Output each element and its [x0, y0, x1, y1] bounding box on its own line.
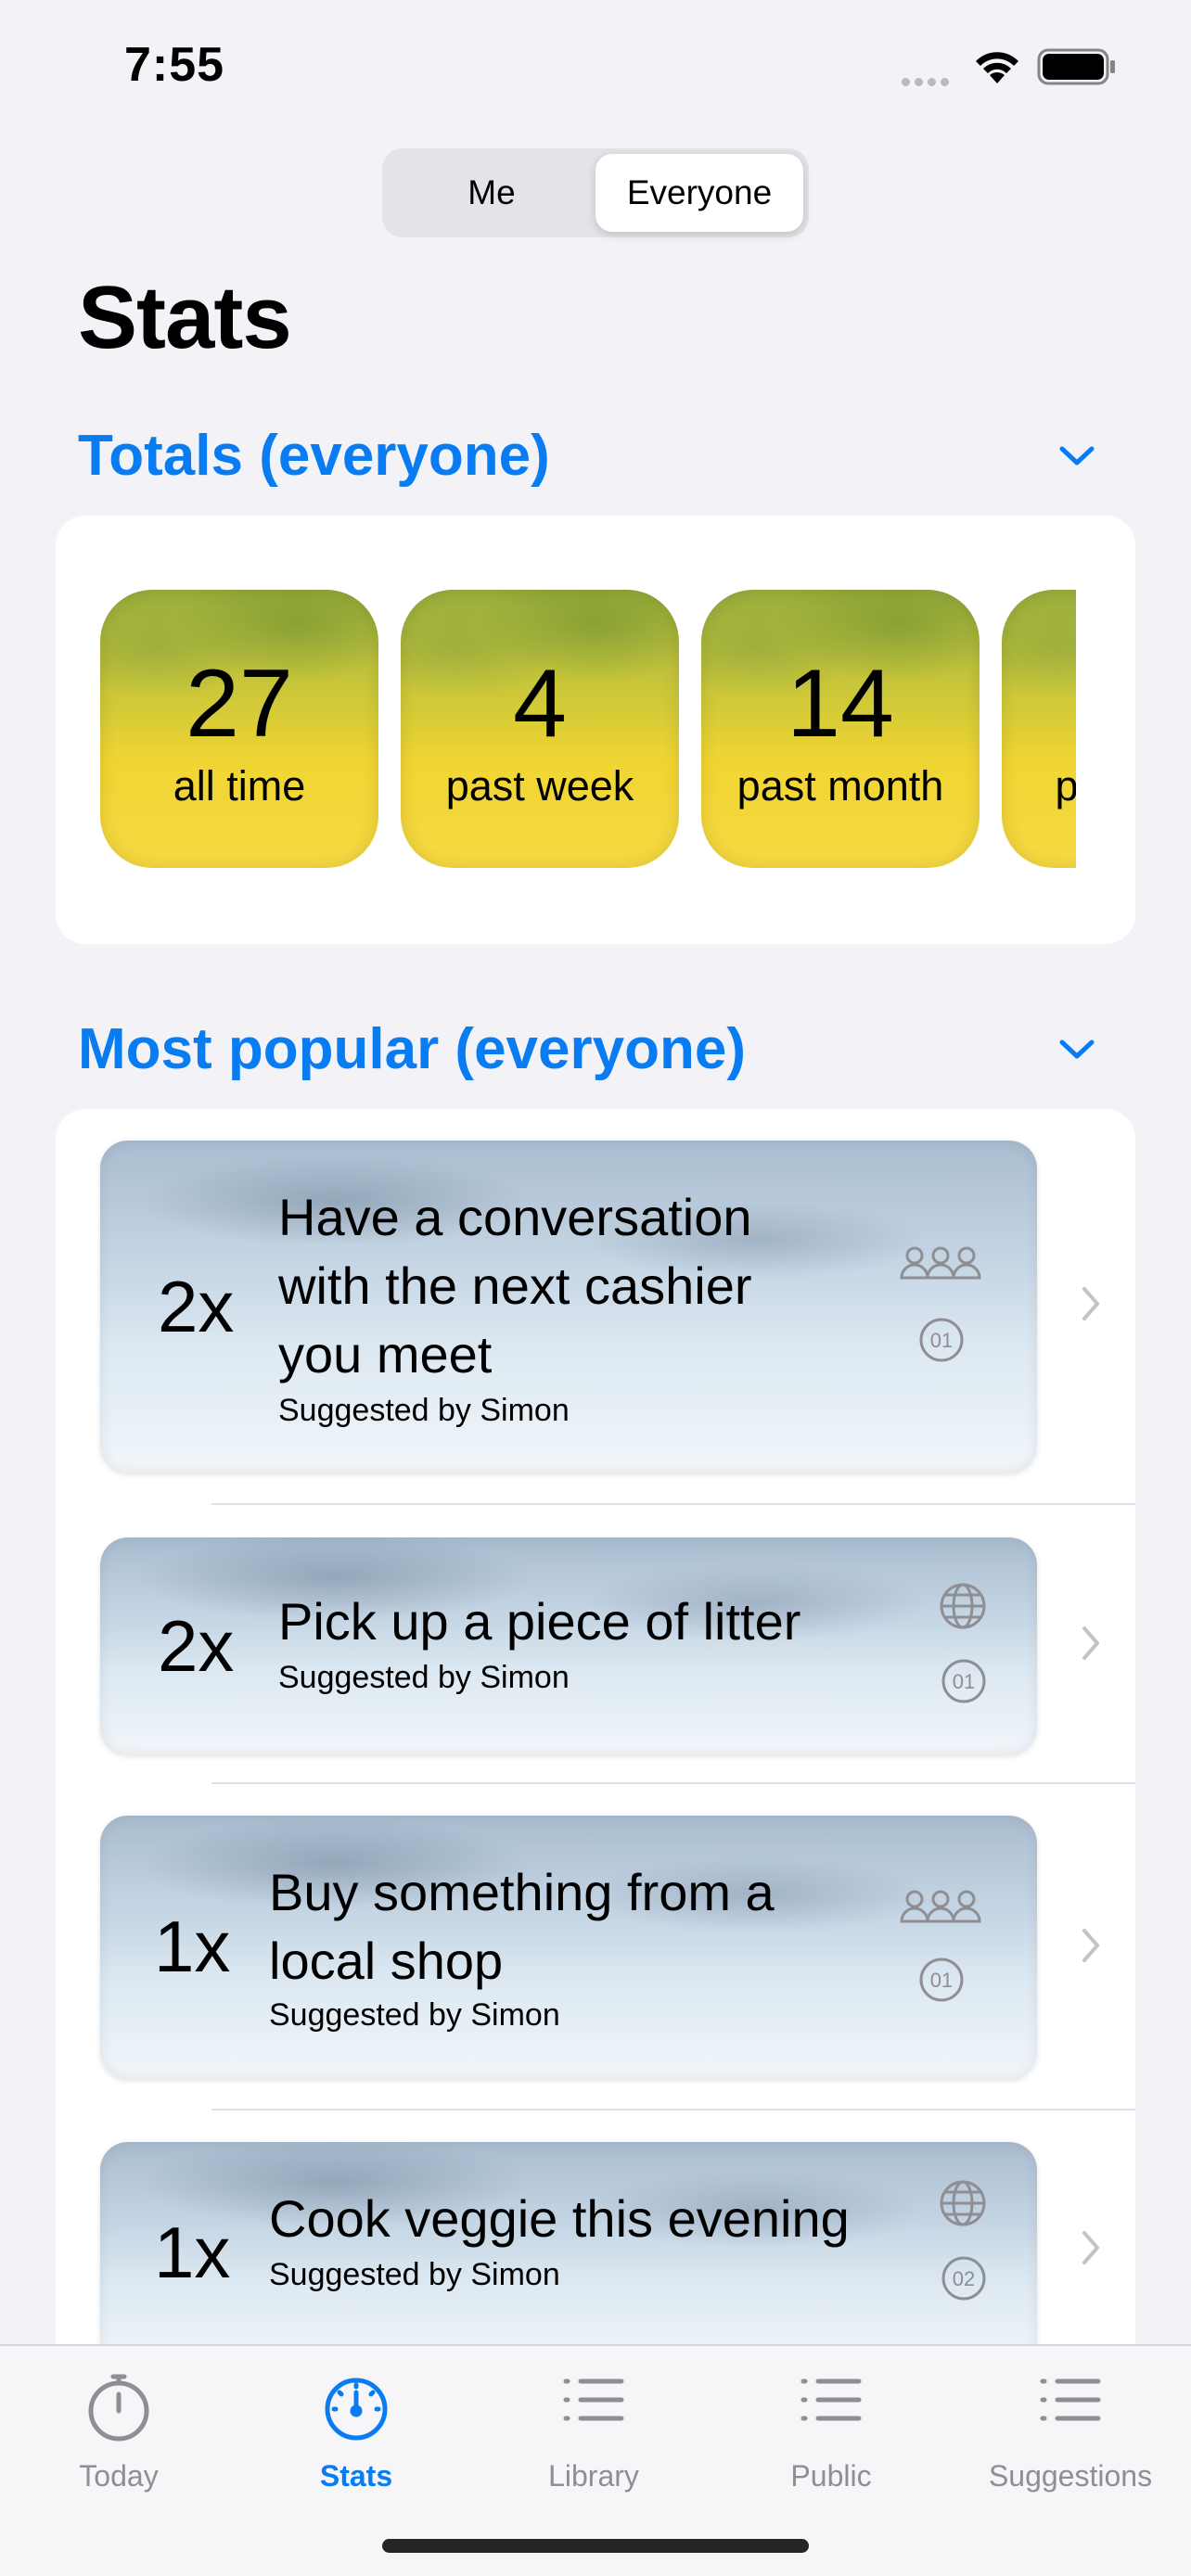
tab-label: Library — [548, 2459, 639, 2493]
globe-icon — [939, 1582, 987, 1635]
chevron-right-icon[interactable] — [1080, 1927, 1102, 1969]
tab-label: Stats — [319, 2459, 393, 2493]
list-icon — [475, 2372, 712, 2432]
total-value: 2 — [1002, 649, 1076, 759]
wifi-icon — [972, 46, 1022, 90]
number-badge-icon: 01 — [918, 1317, 965, 1368]
chevron-right-icon[interactable] — [1080, 1625, 1102, 1666]
number-badge-text: 01 — [953, 1670, 975, 1693]
popular-list-card: 2x Have a conversation with the next cas… — [56, 1109, 1135, 2407]
list-item-card[interactable]: 2x Have a conversation with the next cas… — [100, 1141, 1037, 1473]
item-subtitle: Suggested by Simon — [278, 1393, 570, 1428]
item-title-line: Buy something from a — [269, 1863, 775, 1921]
row-divider — [211, 1782, 1135, 1784]
item-title: Pick up a piece of litter — [278, 1588, 800, 1656]
item-subtitle: Suggested by Simon — [269, 2257, 560, 2292]
item-count: 1x — [154, 2212, 231, 2293]
number-badge-icon: 01 — [941, 1658, 987, 1709]
list-item-card[interactable]: 1x Buy something from a local shop Sugge… — [100, 1816, 1037, 2079]
battery-icon — [1037, 48, 1117, 90]
total-tile-all-time: 27 all time — [100, 590, 378, 868]
globe-icon — [939, 2179, 987, 2232]
item-title-line: you meet — [278, 1325, 493, 1384]
scope-segmented-control[interactable]: Me Everyone — [382, 148, 809, 237]
item-count: 2x — [158, 1605, 235, 1687]
item-title: Cook veggie this evening — [269, 2185, 850, 2253]
total-value: 14 — [787, 650, 894, 758]
total-tile-past-month: 14 past month — [701, 590, 980, 868]
list-item-card[interactable]: 1x Cook veggie this evening Suggested by… — [100, 2142, 1037, 2365]
tab-label: Suggestions — [988, 2459, 1153, 2493]
totals-section-header[interactable]: Totals (everyone) — [78, 423, 550, 489]
chevron-down-icon[interactable] — [1057, 1037, 1096, 1067]
item-title-line: Pick up a piece of litter — [278, 1592, 801, 1651]
gauge-icon — [237, 2372, 475, 2447]
chevron-down-icon[interactable] — [1057, 443, 1096, 474]
tab-label: Today — [79, 2459, 159, 2493]
row-divider — [211, 2109, 1135, 2111]
stopwatch-icon — [0, 2372, 237, 2447]
chevron-right-icon[interactable] — [1080, 1285, 1102, 1327]
group-icon — [896, 1888, 985, 1935]
total-tile-past-week: 4 past week — [401, 590, 679, 868]
stats-screen: 7:55 Me Everyone Stats Totals (everyone)… — [0, 0, 1191, 2576]
list-icon — [712, 2372, 950, 2432]
total-value: 27 — [186, 650, 293, 758]
tab-label: Public — [790, 2459, 872, 2493]
item-subtitle: Suggested by Simon — [278, 1660, 570, 1695]
total-label: all time — [173, 762, 306, 810]
item-count: 1x — [154, 1906, 231, 1987]
group-icon — [896, 1244, 985, 1292]
cellular-signal-icon — [902, 74, 954, 91]
number-badge-text: 01 — [930, 1969, 953, 1992]
number-badge-text: 02 — [953, 2267, 975, 2290]
total-label: past month — [736, 762, 944, 810]
popular-section-header[interactable]: Most popular (everyone) — [78, 1016, 746, 1082]
item-count: 2x — [158, 1266, 235, 1347]
totals-card: 27 all time 4 past week 14 past month 2 … — [56, 516, 1135, 944]
item-subtitle: Suggested by Simon — [269, 1997, 560, 2033]
segment-everyone[interactable]: Everyone — [596, 154, 803, 232]
total-label: past week — [445, 762, 634, 810]
item-title: Buy something from a local shop — [269, 1858, 775, 1996]
totals-tiles-scroller[interactable]: 27 all time 4 past week 14 past month 2 … — [100, 590, 1076, 868]
row-divider — [211, 1503, 1135, 1505]
home-indicator[interactable] — [382, 2539, 809, 2553]
item-title: Have a conversation with the next cashie… — [278, 1183, 752, 1389]
item-title-line: local shop — [269, 1932, 504, 1990]
item-title-line: Cook veggie this evening — [269, 2189, 850, 2248]
total-label: past year — [1055, 762, 1076, 810]
item-title-line: with the next cashier — [278, 1256, 752, 1315]
total-tile-past-year: 2 past year — [1002, 590, 1076, 868]
chevron-right-icon[interactable] — [1080, 2229, 1102, 2271]
number-badge-icon: 02 — [941, 2255, 987, 2306]
page-title: Stats — [78, 268, 292, 367]
item-title-line: Have a conversation — [278, 1188, 752, 1246]
list-item-card[interactable]: 2x Pick up a piece of litter Suggested b… — [100, 1537, 1037, 1754]
segment-me[interactable]: Me — [388, 154, 596, 232]
status-time: 7:55 — [124, 38, 225, 92]
number-badge-icon: 01 — [918, 1957, 965, 2008]
list-icon — [950, 2372, 1191, 2432]
total-value: 4 — [513, 650, 567, 758]
number-badge-text: 01 — [930, 1329, 953, 1352]
